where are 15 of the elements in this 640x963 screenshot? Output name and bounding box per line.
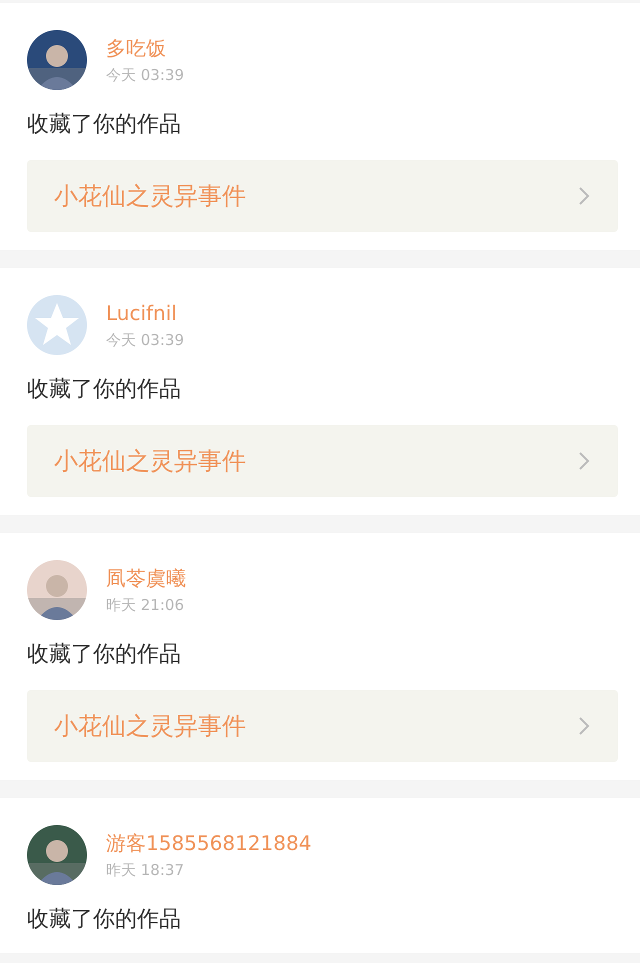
user-name[interactable]: 凮苓虞曦	[106, 565, 186, 591]
activity-text: 收藏了你的作品	[27, 641, 182, 669]
activity-text: 收藏了你的作品	[27, 906, 182, 934]
user-name[interactable]: Lucifnil	[106, 300, 184, 326]
user-name[interactable]: 游客1585568121884	[106, 830, 312, 856]
timestamp: 今天 03:39	[106, 65, 184, 85]
activity-text: 收藏了你的作品	[27, 111, 182, 139]
timestamp: 今天 03:39	[106, 330, 184, 350]
user-name[interactable]: 多吃饭	[106, 35, 184, 61]
activity-text: 收藏了你的作品	[27, 376, 182, 404]
work-link[interactable]: 小花仙之灵异事件	[27, 690, 618, 762]
work-link[interactable]: 小花仙之灵异事件	[27, 160, 618, 232]
timestamp: 昨天 18:37	[106, 860, 185, 880]
timestamp: 昨天 21:06	[106, 595, 185, 615]
work-link[interactable]: 小花仙之灵异事件	[27, 425, 618, 497]
